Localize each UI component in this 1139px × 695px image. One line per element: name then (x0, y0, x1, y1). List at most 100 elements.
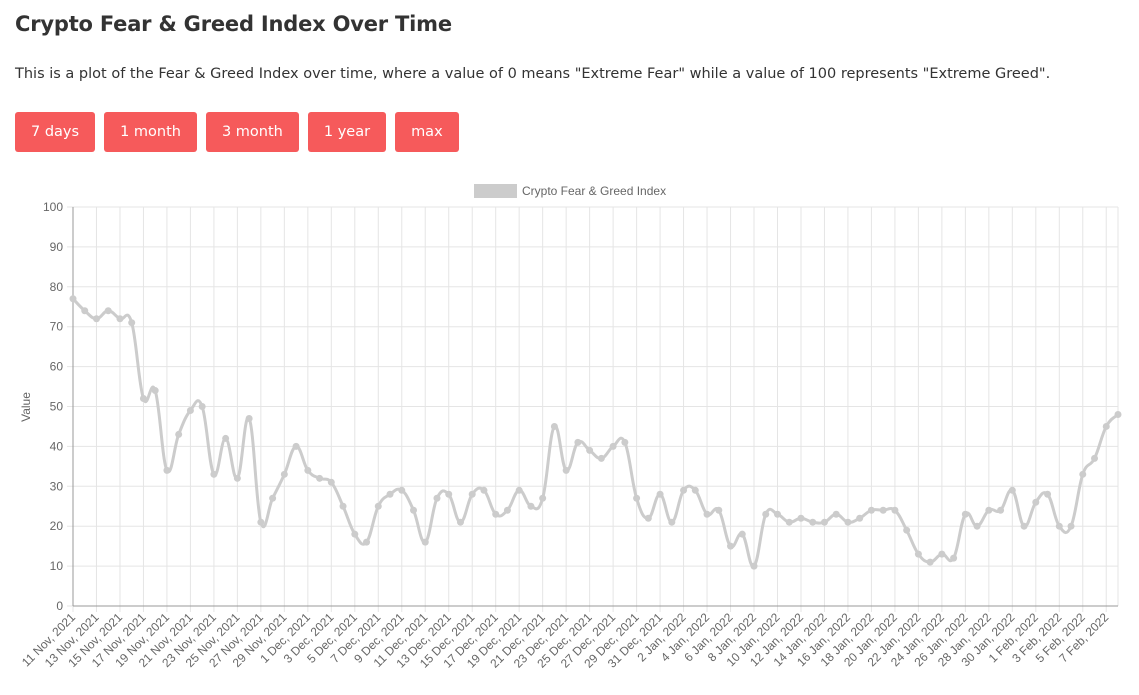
data-point (515, 486, 523, 494)
data-point (586, 446, 594, 454)
y-tick-label: 50 (50, 400, 64, 414)
data-point (210, 470, 218, 478)
data-point (985, 506, 993, 514)
data-point (867, 506, 875, 514)
data-point (797, 514, 805, 522)
data-point (468, 490, 476, 498)
data-point (633, 494, 641, 502)
data-point (914, 550, 922, 558)
data-point (609, 442, 617, 450)
legend-label: Crypto Fear & Greed Index (522, 184, 666, 198)
data-point (351, 530, 359, 538)
data-point (304, 466, 312, 474)
data-point (691, 486, 699, 494)
data-point (186, 406, 194, 414)
chart-grid (67, 206, 1119, 612)
fear-greed-chart: 0 10 20 30 40 50 60 70 80 90 100 11 Nov, 202113 No… (19, 184, 1122, 671)
data-point (715, 506, 723, 514)
data-point (421, 538, 429, 546)
data-point (175, 430, 183, 438)
data-point (492, 510, 500, 518)
y-tick-label: 0 (56, 599, 63, 613)
data-point (621, 438, 629, 446)
data-point (410, 506, 418, 514)
data-point (1032, 498, 1040, 506)
data-point (938, 550, 946, 558)
data-point (1102, 422, 1110, 430)
y-tick-label: 80 (50, 280, 64, 294)
data-point (198, 403, 206, 410)
data-point (773, 510, 781, 518)
data-point (785, 518, 793, 526)
data-point (116, 315, 124, 323)
series-crypto-fear-greed (69, 295, 1122, 570)
data-point (597, 454, 605, 462)
data-point (844, 518, 852, 526)
data-point (280, 470, 288, 478)
data-point (820, 518, 828, 526)
data-point (1020, 522, 1028, 530)
data-point (750, 562, 758, 570)
x-axis-ticks: 11 Nov, 202113 Nov, 202115 Nov, 202117 N… (19, 610, 1112, 671)
data-point (856, 514, 864, 522)
data-point (233, 474, 241, 482)
data-point (950, 554, 958, 562)
data-point (245, 414, 253, 422)
data-point (81, 307, 89, 315)
y-axis-label: Value (19, 392, 33, 422)
data-point (163, 466, 171, 474)
y-tick-label: 70 (50, 320, 64, 334)
data-point (644, 514, 652, 522)
data-point (703, 510, 711, 518)
data-point (503, 506, 511, 514)
data-point (269, 494, 277, 502)
data-point (809, 518, 817, 526)
legend-swatch (474, 184, 517, 198)
y-tick-label: 30 (50, 479, 64, 493)
data-point (104, 307, 112, 315)
data-point (656, 490, 664, 498)
data-point (327, 478, 335, 486)
data-point (891, 506, 899, 514)
data-point (973, 522, 981, 530)
data-point (1044, 490, 1052, 498)
chart-legend[interactable]: Crypto Fear & Greed Index (474, 184, 666, 198)
data-point (480, 486, 488, 494)
data-point (574, 438, 582, 446)
data-point (433, 494, 441, 502)
data-point (292, 442, 300, 450)
data-point (386, 490, 394, 498)
y-tick-label: 60 (50, 360, 64, 374)
data-point (680, 486, 688, 494)
data-point (339, 502, 347, 510)
data-point (398, 486, 406, 494)
data-point (832, 510, 840, 518)
data-point (128, 319, 136, 327)
data-point (456, 518, 464, 526)
data-point (762, 510, 770, 518)
data-point (139, 395, 147, 403)
data-point (879, 506, 887, 514)
data-point (363, 538, 371, 546)
data-point (222, 434, 230, 442)
data-point (445, 490, 453, 498)
data-point (727, 542, 735, 550)
data-point (997, 506, 1005, 514)
data-point (92, 315, 100, 323)
y-axis-ticks: 0 10 20 30 40 50 60 70 80 90 100 (43, 200, 63, 613)
y-tick-label: 90 (50, 240, 64, 254)
y-tick-label: 100 (43, 200, 63, 214)
data-point (961, 510, 969, 518)
data-point (257, 518, 265, 526)
y-tick-label: 20 (50, 519, 64, 533)
data-point (1008, 486, 1016, 494)
data-point (1091, 454, 1099, 462)
data-point (374, 502, 382, 510)
data-point (562, 466, 570, 474)
data-point (69, 295, 77, 303)
y-tick-label: 10 (50, 559, 64, 573)
data-point (550, 422, 558, 430)
data-point (527, 502, 535, 510)
data-point (1079, 470, 1087, 478)
data-point (668, 518, 676, 526)
